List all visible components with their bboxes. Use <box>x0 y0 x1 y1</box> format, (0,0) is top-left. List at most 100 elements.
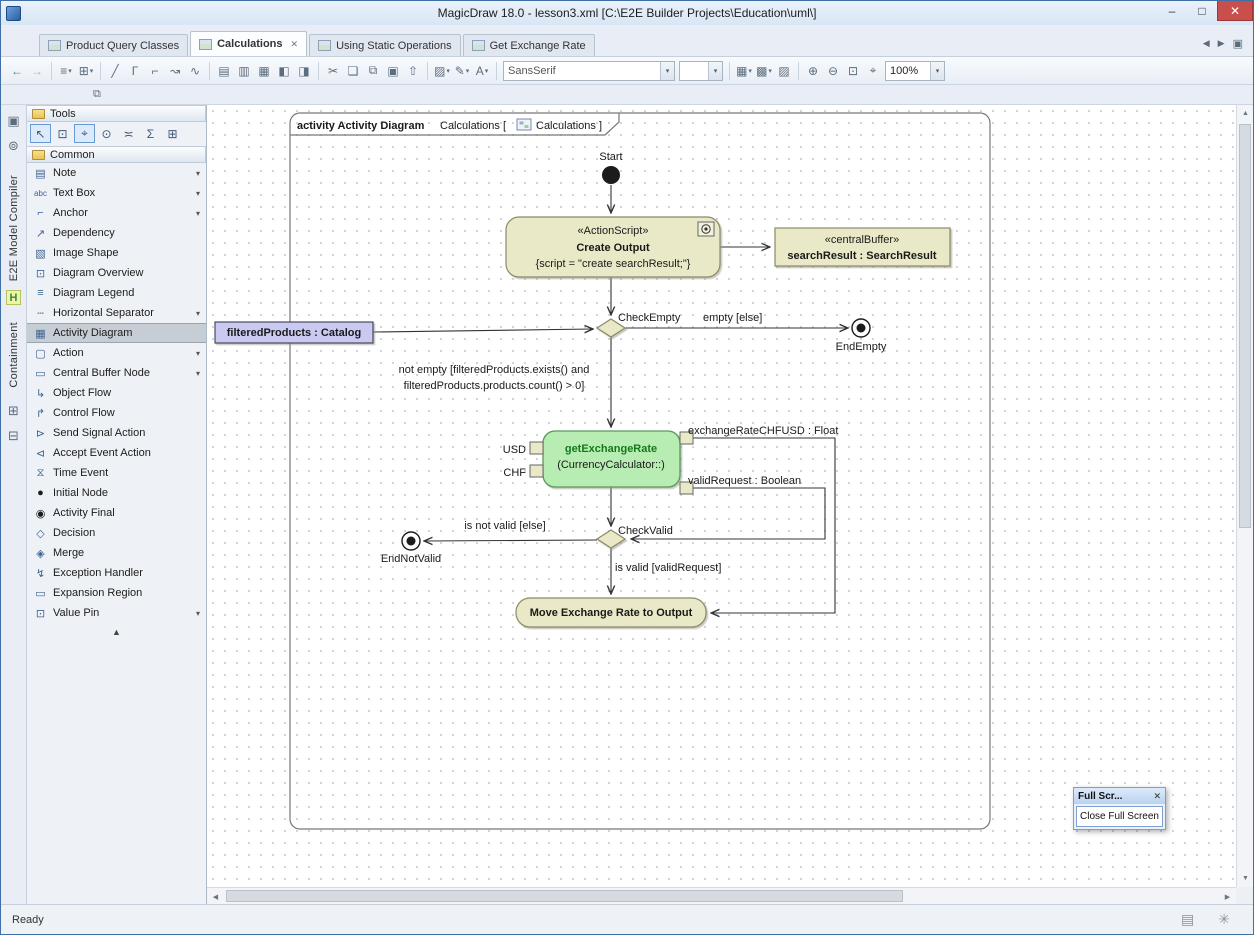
diagram-canvas[interactable]: activity Activity Diagram Calculations [… <box>207 105 1236 887</box>
checkempty-label[interactable]: CheckEmpty <box>618 312 681 324</box>
exchangerate-float-label[interactable]: exchangeRateCHFUSD : Float <box>688 425 838 437</box>
palette-item-diagram-overview[interactable]: ⊡Diagram Overview <box>27 263 206 283</box>
align-tool-button[interactable]: ≍ <box>118 124 139 143</box>
grid-button-3[interactable]: ▨ <box>774 61 794 81</box>
chevron-down-icon[interactable]: ▾ <box>196 209 200 218</box>
sum-tool-button[interactable]: Σ <box>140 124 161 143</box>
tab-scroll-right-icon[interactable]: ▶ <box>1218 38 1225 49</box>
arrange-button-3[interactable]: ▦ <box>254 61 274 81</box>
cut-button[interactable]: ✂ <box>323 61 343 81</box>
chf-pin-label[interactable]: CHF <box>503 467 526 479</box>
font-color-button[interactable]: A▾ <box>472 61 492 81</box>
tab-scroll-left-icon[interactable]: ◀ <box>1203 38 1210 49</box>
palette-scroll-up-icon[interactable]: ▲ <box>27 623 206 641</box>
chevron-down-icon[interactable]: ▾ <box>660 62 674 80</box>
validrequest-label[interactable]: validRequest : Boolean <box>688 475 801 487</box>
palette-item-decision[interactable]: ◇Decision <box>27 523 206 543</box>
valid-guard-label[interactable]: is valid [validRequest] <box>615 562 721 574</box>
scroll-left-icon[interactable]: ◀ <box>207 888 224 905</box>
palette-item-merge[interactable]: ◈Merge <box>27 543 206 563</box>
chevron-down-icon[interactable]: ▾ <box>196 309 200 318</box>
palette-item-text-box[interactable]: abcText Box▾ <box>27 183 206 203</box>
layout-button[interactable]: ≡▾ <box>56 61 76 81</box>
draw-oblique-path-button[interactable]: ↝ <box>165 61 185 81</box>
draw-line-button[interactable]: ╱ <box>105 61 125 81</box>
palette-item-time-event[interactable]: ⧖Time Event <box>27 463 206 483</box>
marquee-tool-button[interactable]: ⊡ <box>52 124 73 143</box>
tab-list-icon[interactable]: ▣ <box>1233 37 1243 50</box>
close-icon[interactable]: ✕ <box>1153 791 1161 802</box>
tab-using-static-operations[interactable]: Using Static Operations <box>309 34 461 56</box>
select-tool-button[interactable]: ↖ <box>30 124 51 143</box>
tree-tool-button[interactable]: ⊞ <box>162 124 183 143</box>
checkvalid-label[interactable]: CheckValid <box>618 525 673 537</box>
not-valid-guard-label[interactable]: is not valid [else] <box>464 520 545 532</box>
endempty-label[interactable]: EndEmpty <box>836 341 887 353</box>
chevron-down-icon[interactable]: ▾ <box>196 349 200 358</box>
grid-button-1[interactable]: ▦▾ <box>734 61 754 81</box>
arrange-button-4[interactable]: ◧ <box>274 61 294 81</box>
palette-item-horizontal-separator[interactable]: ┄Horizontal Separator▾ <box>27 303 206 323</box>
copy-button[interactable]: ❏ <box>343 61 363 81</box>
back-button[interactable]: ← <box>7 61 27 81</box>
font-size-select[interactable]: ▾ <box>679 61 723 81</box>
e2e-model-compiler-tab[interactable]: E2E Model Compiler <box>8 175 20 281</box>
empty-guard-label[interactable]: empty [else] <box>703 312 762 324</box>
line-color-button[interactable]: ✎▾ <box>452 61 472 81</box>
close-icon[interactable]: ✕ <box>291 39 299 50</box>
not-empty-guard-line1[interactable]: not empty [filteredProducts.exists() and <box>399 364 590 376</box>
palette-item-exception-handler[interactable]: ↯Exception Handler <box>27 563 206 583</box>
zoom-select[interactable]: 100%▾ <box>885 61 945 81</box>
tab-get-exchange-rate[interactable]: Get Exchange Rate <box>463 34 595 56</box>
initial-node[interactable] <box>602 166 620 184</box>
palette-item-activity-final[interactable]: ◉Activity Final <box>27 503 206 523</box>
scroll-down-icon[interactable]: ▼ <box>1237 870 1254 887</box>
draw-curve-button[interactable]: ∿ <box>185 61 205 81</box>
palette-item-central-buffer-node[interactable]: ▭Central Buffer Node▾ <box>27 363 206 383</box>
clone-button[interactable]: ▣ <box>383 61 403 81</box>
palette-item-activity-diagram[interactable]: ▦Activity Diagram <box>27 323 206 343</box>
minimize-button[interactable]: – <box>1157 1 1187 21</box>
maximize-button[interactable]: □ <box>1187 1 1217 21</box>
arrange-button-1[interactable]: ▤ <box>214 61 234 81</box>
draw-rect-path-button[interactable]: Γ <box>125 61 145 81</box>
tools-header[interactable]: Tools <box>27 105 206 122</box>
palette-item-image-shape[interactable]: ▧Image Shape <box>27 243 206 263</box>
paste-button[interactable]: ⧉ <box>363 61 383 81</box>
close-full-screen-button[interactable]: Close Full Screen <box>1076 806 1163 827</box>
refresh-icon[interactable]: ⊚ <box>8 138 19 154</box>
flow-checkvalid-to-endnotvalid[interactable] <box>424 540 597 541</box>
horizontal-scroll-thumb[interactable] <box>226 890 903 902</box>
filteredproducts-label[interactable]: filteredProducts : Catalog <box>227 327 361 339</box>
palette-item-object-flow[interactable]: ↳Object Flow <box>27 383 206 403</box>
zoom-tool-button[interactable]: ⌖ <box>74 124 95 143</box>
tab-product-query-classes[interactable]: Product Query Classes <box>39 34 188 56</box>
notification-log-icon[interactable]: ▤ <box>1181 911 1194 928</box>
fill-color-button[interactable]: ▨▾ <box>432 61 452 81</box>
chevron-down-icon[interactable]: ▾ <box>196 169 200 178</box>
endnotvalid-label[interactable]: EndNotValid <box>381 553 441 565</box>
scroll-right-icon[interactable]: ▶ <box>1219 888 1236 905</box>
zoom-fit-button[interactable]: ⊡ <box>843 61 863 81</box>
zoom-in-button[interactable]: ⊕ <box>803 61 823 81</box>
palette-item-diagram-legend[interactable]: ≡Diagram Legend <box>27 283 206 303</box>
full-screen-toolbar-header[interactable]: Full Scr... ✕ <box>1074 788 1165 804</box>
palette-item-action[interactable]: ▢Action▾ <box>27 343 206 363</box>
upload-button[interactable]: ⇧ <box>403 61 423 81</box>
flow-exchangerate-to-move[interactable] <box>693 438 835 613</box>
chevron-down-icon[interactable]: ▾ <box>196 189 200 198</box>
draw-bent-path-button[interactable]: ⌐ <box>145 61 165 81</box>
not-empty-guard-line2[interactable]: filteredProducts.products.count() > 0] <box>404 380 585 392</box>
activity-diagram[interactable]: activity Activity Diagram Calculations [… <box>207 105 1236 887</box>
chevron-down-icon[interactable]: ▾ <box>196 609 200 618</box>
grid-button-2[interactable]: ▩▾ <box>754 61 774 81</box>
console-icon[interactable]: ▣ <box>7 113 19 129</box>
chevron-down-icon[interactable]: ▾ <box>196 369 200 378</box>
arrange-button-5[interactable]: ◨ <box>294 61 314 81</box>
swimlane-button[interactable]: ⊞▾ <box>76 61 96 81</box>
diagram-properties-button[interactable]: ⧉ <box>93 88 101 101</box>
palette-item-expansion-region[interactable]: ▭Expansion Region <box>27 583 206 603</box>
usd-input-pin[interactable] <box>530 442 543 454</box>
palette-item-anchor[interactable]: ⌐Anchor▾ <box>27 203 206 223</box>
font-family-select[interactable]: SansSerif▾ <box>503 61 675 81</box>
